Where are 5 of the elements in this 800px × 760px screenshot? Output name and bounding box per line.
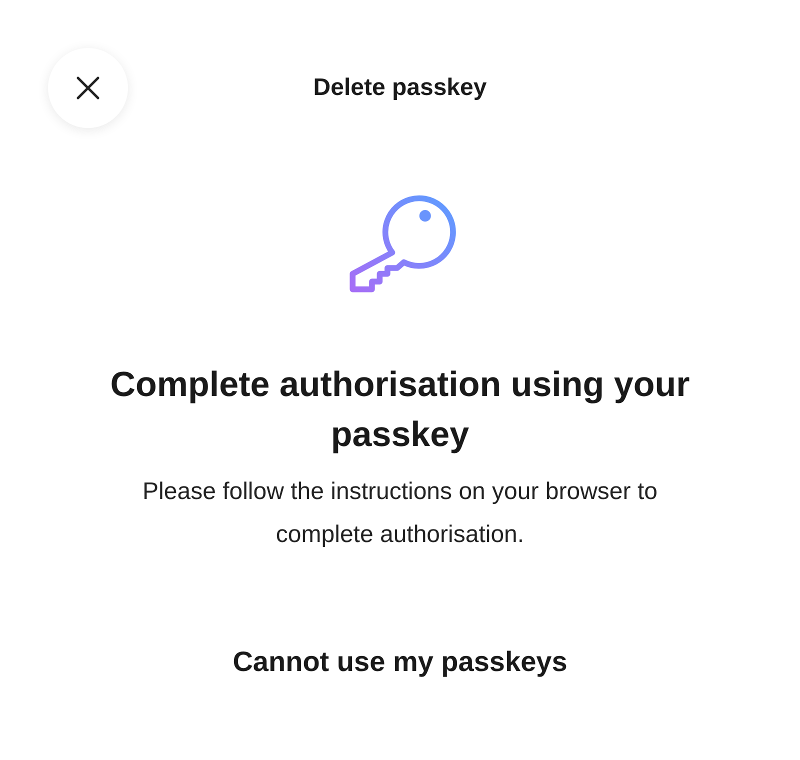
- heading: Complete authorisation using your passkey: [109, 364, 691, 456]
- close-icon: [76, 76, 100, 100]
- dialog-title: Delete passkey: [312, 74, 488, 102]
- instruction-text: Please follow the instructions on your browser to complete authorisation.: [142, 477, 658, 550]
- cannot-use-passkeys-link[interactable]: Cannot use my passkeys: [224, 642, 576, 682]
